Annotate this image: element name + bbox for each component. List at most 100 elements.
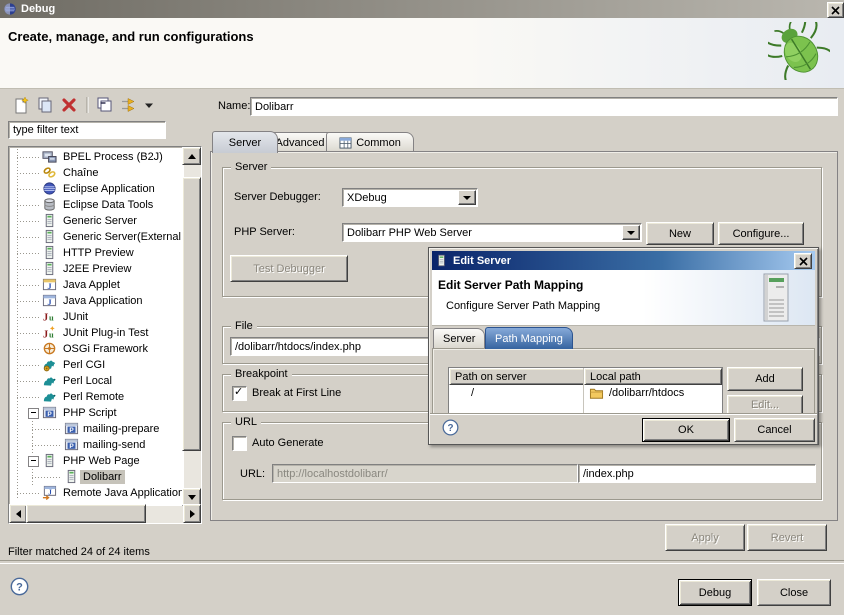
combo-arrow-icon[interactable]	[458, 190, 476, 205]
new-launch-config-icon[interactable]	[12, 96, 30, 114]
tree-item-remote-java-application[interactable]: JRemote Java Application	[9, 485, 201, 501]
tree-item-j2ee-preview[interactable]: J2EE Preview	[9, 261, 201, 277]
svg-text:P: P	[69, 443, 74, 450]
svg-text:?: ?	[447, 423, 453, 434]
tree-scroll-left-button[interactable]	[9, 504, 27, 523]
base-url-input: http://localhostdolibarr/	[272, 464, 578, 483]
svg-text:J: J	[43, 313, 48, 324]
filter-menu-caret[interactable]	[144, 96, 154, 114]
cancel-button[interactable]: Cancel	[734, 418, 815, 442]
server-icon	[64, 469, 79, 484]
tree-connector	[17, 381, 39, 382]
tree-scroll-right-button[interactable]	[183, 504, 201, 523]
close-button[interactable]: Close	[757, 579, 831, 606]
new-server-button[interactable]: New	[646, 222, 714, 245]
tree-item-osgi-framework[interactable]: OSGi Framework	[9, 341, 201, 357]
auto-generate-label: Auto Generate	[252, 437, 324, 449]
svg-text:u: u	[49, 313, 54, 323]
edit-server-close-button[interactable]	[794, 253, 812, 269]
tree-item-java-applet[interactable]: JJava Applet	[9, 277, 201, 293]
server-group-legend: Server	[231, 161, 271, 174]
column-header-path-on-server[interactable]: Path on server	[449, 368, 586, 385]
tree-item-php-web-page[interactable]: PHP Web Page	[9, 453, 201, 469]
ok-button[interactable]: OK	[642, 418, 730, 442]
close-icon	[799, 257, 808, 266]
server-icon	[42, 453, 57, 468]
php-server-combo[interactable]: Dolibarr PHP Web Server	[342, 223, 642, 242]
filter-input[interactable]: type filter text	[8, 121, 166, 139]
tree-connector	[17, 397, 39, 398]
combo-arrow-icon[interactable]	[622, 225, 640, 240]
tree-hscroll-thumb[interactable]	[26, 504, 146, 523]
url-path-input[interactable]: /index.php	[578, 464, 816, 483]
tree-item-perl-local[interactable]: Perl Local	[9, 373, 201, 389]
tree-item-java-application[interactable]: JJava Application	[9, 293, 201, 309]
test-debugger-button[interactable]: Test Debugger	[230, 255, 348, 282]
tree-item-dolibarr[interactable]: Dolibarr	[9, 469, 201, 485]
expander-minus-icon[interactable]	[28, 408, 39, 419]
tree-connector	[17, 333, 39, 334]
edit-server-subheading: Configure Server Path Mapping	[446, 300, 600, 312]
edit-server-titlebar: Edit Server	[432, 251, 815, 270]
tree-vscroll-thumb[interactable]	[182, 177, 201, 451]
tree-item-mailing-prepare[interactable]: Pmailing-prepare	[9, 421, 201, 437]
dialog-tab-server[interactable]: Server	[433, 328, 485, 349]
configure-server-button[interactable]: Configure...	[718, 222, 804, 245]
tree-connector	[17, 173, 39, 174]
java-application-icon: J	[42, 293, 57, 308]
tree-item-eclipse-data-tools[interactable]: Eclipse Data Tools	[9, 197, 201, 213]
tree-item-junit-plug-in-test[interactable]: JuJUnit Plug-in Test	[9, 325, 201, 341]
filter-status: Filter matched 24 of 24 items	[8, 546, 150, 558]
column-divider	[583, 368, 584, 415]
debug-button[interactable]: Debug	[678, 579, 752, 606]
add-mapping-button[interactable]: Add	[727, 367, 803, 391]
tree-item-mailing-send[interactable]: Pmailing-send	[9, 437, 201, 453]
window-close-button[interactable]	[827, 2, 844, 18]
duplicate-launch-config-icon[interactable]	[36, 96, 54, 114]
window-titlebar: Debug	[0, 0, 844, 18]
tree-item-generic-server-external-la[interactable]: Generic Server(External La	[9, 229, 201, 245]
delete-launch-config-icon[interactable]	[60, 96, 78, 114]
server-debugger-combo[interactable]: XDebug	[342, 188, 478, 207]
table-row[interactable]: / /dolibarr/htdocs	[449, 385, 720, 402]
collapse-all-icon[interactable]	[96, 96, 114, 114]
tree-item-php-script[interactable]: PPHP Script	[9, 405, 201, 421]
eclipse-logo-icon	[3, 2, 17, 16]
bpel-process-icon	[42, 149, 57, 164]
remote-java-icon: J	[42, 485, 57, 500]
column-header-local-path[interactable]: Local path	[584, 368, 722, 385]
tree-item-eclipse-application[interactable]: Eclipse Application	[9, 181, 201, 197]
dialog-help-icon[interactable]: ?	[442, 419, 459, 436]
tree-item-generic-server[interactable]: Generic Server	[9, 213, 201, 229]
name-input[interactable]: Dolibarr	[250, 97, 838, 116]
tree-connector	[17, 221, 39, 222]
svg-text:P: P	[47, 411, 52, 418]
window-title: Debug	[21, 3, 55, 15]
apply-button[interactable]: Apply	[665, 524, 745, 551]
help-icon[interactable]: ?	[10, 577, 29, 596]
server-icon	[42, 261, 57, 276]
config-tree[interactable]: BPEL Process (B2J)ChaîneEclipse Applicat…	[8, 146, 202, 524]
tree-item-junit[interactable]: JuJUnit	[9, 309, 201, 325]
break-first-line-checkbox[interactable]	[232, 386, 247, 401]
tree-item-cha-ne[interactable]: Chaîne	[9, 165, 201, 181]
tree-item-http-preview[interactable]: HTTP Preview	[9, 245, 201, 261]
svg-text:P: P	[69, 427, 74, 434]
tab-common[interactable]: Common	[326, 132, 414, 153]
tab-server[interactable]: Server	[212, 131, 278, 153]
tree-item-perl-remote[interactable]: Perl Remote	[9, 389, 201, 405]
close-icon	[831, 6, 840, 15]
edit-server-heading: Edit Server Path Mapping	[438, 278, 583, 292]
dialog-tab-path-mapping[interactable]: Path Mapping	[485, 327, 573, 349]
filter-launch-configs-icon[interactable]	[120, 96, 138, 114]
perl-icon	[42, 389, 57, 404]
tree-item-bpel-process-b2j[interactable]: BPEL Process (B2J)	[9, 149, 201, 165]
auto-generate-checkbox[interactable]	[232, 436, 247, 451]
revert-button[interactable]: Revert	[747, 524, 827, 551]
path-mapping-table[interactable]: Path on server Local path / /dolibarr/ht…	[448, 367, 723, 415]
tree-item-perl-cgi[interactable]: Perl CGI	[9, 357, 201, 373]
tree-connector	[17, 349, 39, 350]
tree-scroll-up-button[interactable]	[182, 147, 201, 165]
server-icon	[42, 213, 57, 228]
expander-minus-icon[interactable]	[28, 456, 39, 467]
